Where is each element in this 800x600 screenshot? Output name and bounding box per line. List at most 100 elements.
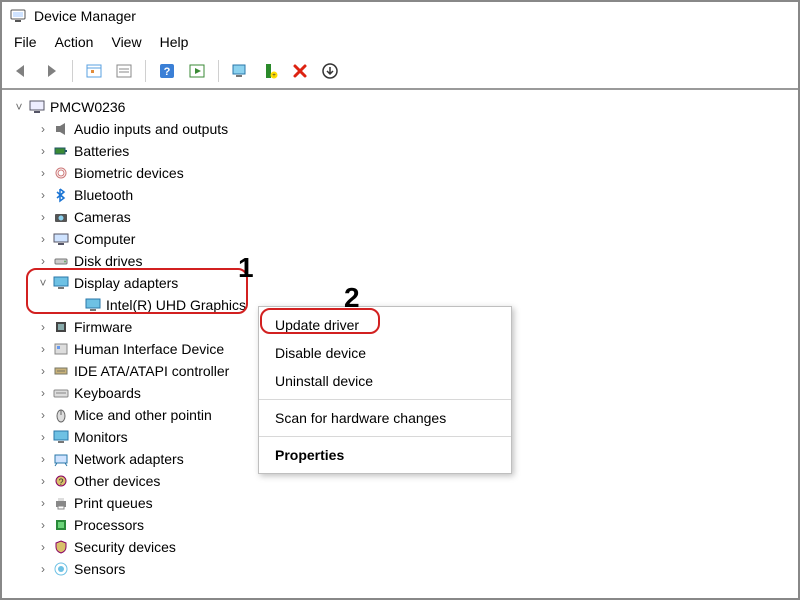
menu-help[interactable]: Help bbox=[160, 34, 189, 50]
chevron-down-icon[interactable]: ˅ bbox=[36, 276, 50, 290]
device-tree: ˅ PMCW0236 › Audio inputs and outputs ›Bat… bbox=[2, 90, 798, 586]
tree-root-label: PMCW0236 bbox=[50, 99, 125, 115]
tree-category-label: Audio inputs and outputs bbox=[74, 121, 228, 137]
chip-icon bbox=[52, 318, 70, 336]
tree-category-node[interactable]: › Cameras bbox=[6, 206, 794, 228]
tree-device-label: Intel(R) UHD Graphics bbox=[106, 297, 246, 313]
computer-icon bbox=[28, 98, 46, 116]
monitor-icon bbox=[52, 274, 70, 292]
scan-hardware-button[interactable] bbox=[227, 58, 253, 84]
tree-category-node[interactable]: ›Batteries bbox=[6, 140, 794, 162]
chevron-right-icon[interactable]: › bbox=[36, 342, 50, 356]
chevron-right-icon[interactable]: › bbox=[36, 452, 50, 466]
network-icon bbox=[52, 450, 70, 468]
tree-category-node[interactable]: › Disk drives bbox=[6, 250, 794, 272]
chevron-right-icon[interactable]: › bbox=[36, 144, 50, 158]
security-icon bbox=[52, 538, 70, 556]
hid-icon bbox=[52, 340, 70, 358]
tree-category-node[interactable]: › Audio inputs and outputs bbox=[6, 118, 794, 140]
chevron-right-icon[interactable]: › bbox=[36, 232, 50, 246]
help-toolbar-button[interactable]: ? bbox=[154, 58, 180, 84]
ide-icon bbox=[52, 362, 70, 380]
chevron-right-icon[interactable]: › bbox=[36, 386, 50, 400]
tree-category-label: Computer bbox=[74, 231, 135, 247]
monitor-icon bbox=[84, 296, 102, 314]
ctx-scan-hardware[interactable]: Scan for hardware changes bbox=[259, 404, 511, 432]
svg-text:?: ? bbox=[164, 66, 171, 78]
tree-category-label: Biometric devices bbox=[74, 165, 184, 181]
back-button[interactable] bbox=[8, 58, 34, 84]
title-bar: Device Manager bbox=[2, 2, 798, 30]
chevron-right-icon[interactable]: › bbox=[36, 474, 50, 488]
monitor-icon bbox=[52, 428, 70, 446]
forward-button[interactable] bbox=[38, 58, 64, 84]
chevron-right-icon[interactable]: › bbox=[36, 188, 50, 202]
chevron-right-icon[interactable]: › bbox=[36, 408, 50, 422]
tree-category-node[interactable]: › Sensors bbox=[6, 558, 794, 580]
menu-view[interactable]: View bbox=[111, 34, 141, 50]
tree-category-node[interactable]: › Security devices bbox=[6, 536, 794, 558]
tree-category-label: Cameras bbox=[74, 209, 131, 225]
cpu-icon bbox=[52, 516, 70, 534]
tree-category-label: Human Interface Device bbox=[74, 341, 224, 357]
chevron-right-icon[interactable]: › bbox=[36, 430, 50, 444]
chevron-right-icon[interactable]: › bbox=[36, 210, 50, 224]
ctx-disable-device[interactable]: Disable device bbox=[259, 339, 511, 367]
tree-category-node[interactable]: ›Processors bbox=[6, 514, 794, 536]
tree-category-node[interactable]: › Biometric devices bbox=[6, 162, 794, 184]
tree-category-label: Sensors bbox=[74, 561, 125, 577]
menu-file[interactable]: File bbox=[14, 34, 37, 50]
tree-category-node[interactable]: › Computer bbox=[6, 228, 794, 250]
chevron-right-icon[interactable]: › bbox=[36, 562, 50, 576]
svg-text:+: + bbox=[272, 73, 276, 79]
chevron-down-icon[interactable]: ˅ bbox=[12, 100, 26, 114]
other-icon: ? bbox=[52, 472, 70, 490]
toolbar: ? + bbox=[2, 56, 798, 90]
chevron-right-icon[interactable]: › bbox=[36, 320, 50, 334]
tree-category-label: Disk drives bbox=[74, 253, 142, 269]
tree-category-label: Print queues bbox=[74, 495, 153, 511]
tree-category-label: Bluetooth bbox=[74, 187, 133, 203]
device-manager-icon bbox=[10, 8, 26, 24]
uninstall-device-button[interactable] bbox=[287, 58, 313, 84]
tree-category-label: IDE ATA/ATAPI controller bbox=[74, 363, 229, 379]
tree-category-label: Mice and other pointin bbox=[74, 407, 212, 423]
ctx-properties[interactable]: Properties bbox=[259, 441, 511, 469]
chevron-right-icon[interactable]: › bbox=[36, 518, 50, 532]
svg-text:?: ? bbox=[58, 477, 63, 487]
tree-category-label: Network adapters bbox=[74, 451, 184, 467]
add-legacy-hardware-button[interactable]: + bbox=[257, 58, 283, 84]
console-tree-button[interactable] bbox=[81, 58, 107, 84]
properties-toolbar-button[interactable] bbox=[111, 58, 137, 84]
chevron-right-icon[interactable]: › bbox=[36, 166, 50, 180]
tree-category-label: Security devices bbox=[74, 539, 176, 555]
tree-category-label: Keyboards bbox=[74, 385, 141, 401]
speaker-icon bbox=[52, 120, 70, 138]
sensor-icon bbox=[52, 560, 70, 578]
mouse-icon bbox=[52, 406, 70, 424]
tree-category-label: Other devices bbox=[74, 473, 160, 489]
ctx-update-driver[interactable]: Update driver bbox=[259, 311, 511, 339]
window-title: Device Manager bbox=[34, 8, 136, 24]
chevron-right-icon[interactable]: › bbox=[36, 254, 50, 268]
ctx-uninstall-device[interactable]: Uninstall device bbox=[259, 367, 511, 395]
toolbar-separator bbox=[218, 60, 219, 82]
keyboard-icon bbox=[52, 384, 70, 402]
tree-category-node[interactable]: › Bluetooth bbox=[6, 184, 794, 206]
menu-bar: File Action View Help bbox=[2, 30, 798, 56]
tree-category-node[interactable]: ˅ Display adapters bbox=[6, 272, 794, 294]
update-driver-button[interactable] bbox=[317, 58, 343, 84]
bluetooth-icon bbox=[52, 186, 70, 204]
tree-category-label: Display adapters bbox=[74, 275, 178, 291]
chevron-right-icon[interactable]: › bbox=[36, 122, 50, 136]
computer-icon bbox=[52, 230, 70, 248]
tree-category-node[interactable]: › Print queues bbox=[6, 492, 794, 514]
chevron-right-icon[interactable]: › bbox=[36, 364, 50, 378]
tree-root-node[interactable]: ˅ PMCW0236 bbox=[6, 96, 794, 118]
action-toolbar-button[interactable] bbox=[184, 58, 210, 84]
chevron-right-icon[interactable]: › bbox=[36, 540, 50, 554]
menu-action[interactable]: Action bbox=[55, 34, 94, 50]
toolbar-separator bbox=[145, 60, 146, 82]
chevron-right-icon[interactable]: › bbox=[36, 496, 50, 510]
camera-icon bbox=[52, 208, 70, 226]
